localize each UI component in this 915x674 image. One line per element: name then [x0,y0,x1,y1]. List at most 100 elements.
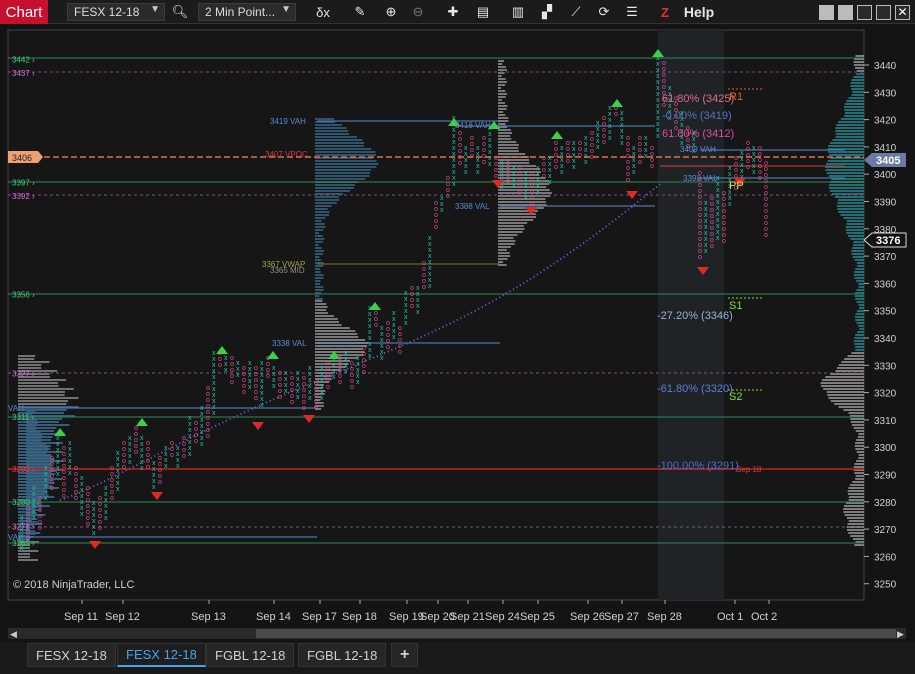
left-level-label: 3265 › [12,539,35,548]
x-axis-label: Sep 21 [450,611,485,623]
minimize-icon[interactable] [857,5,872,20]
pf-mark: x [92,530,96,537]
left-level-label: 3292 › [12,465,35,474]
pf-mark: o [278,394,282,401]
fib-label-3: 61.80% (3412) [662,128,734,140]
pf-mark: x [524,194,528,201]
instrument-selector[interactable]: FESX 12-18 ▼ [67,3,165,21]
val-label-1: 3388 VAL [455,202,490,211]
price-tick-label: 3340 [874,334,897,345]
bar-chart-icon[interactable]: ▥ [508,0,528,24]
left-level-label: 3442 › [12,56,35,65]
vah-label-1: 3419 VAH [270,117,306,126]
pf-mark: o [266,373,270,380]
pf-mark: x [80,511,84,518]
left-level-label: 3356 › [12,290,35,299]
close-icon[interactable]: ✕ [895,5,910,20]
pf-mark: x [176,463,180,470]
toolbar: Chart FESX 12-18 ▼ 🔍︎ 2 Min Point... ▼ δ… [0,0,915,24]
properties-icon[interactable]: ☰ [622,0,642,24]
fib-label-2: -0.00% (3419) [662,110,732,122]
chevron-down-icon: ▼ [150,4,160,15]
scroll-left-icon[interactable]: ◀ [10,629,17,639]
pf-mark: x [416,309,420,316]
pf-mark: x [380,355,384,362]
pf-mark: o [410,303,414,310]
refresh-icon[interactable]: ⟳ [594,0,614,24]
data-box-icon[interactable]: ▤ [473,0,493,24]
pf-mark: x [704,248,708,255]
pf-mark: o [146,464,150,471]
pf-mark: x [476,169,480,176]
tab-fgbl-1[interactable]: FGBL 12-18 [206,643,295,667]
pf-mark: x [104,515,108,522]
pf-mark: x [32,515,36,522]
chart-canvas[interactable]: xxxxxxooooooxxxxxxooooooxxxxxxooooooxxxx… [0,24,915,642]
z-button[interactable]: Z [656,0,674,24]
pencil-icon[interactable]: ✎ [350,0,370,24]
chart-panel[interactable]: xxxxxxooooooxxxxxxooooooxxxxxxooooooxxxx… [0,24,915,642]
price-tick-label: 3250 [874,580,897,591]
pf-mark: o [350,384,354,391]
pf-mark: x [116,486,120,493]
pf-mark: o [158,479,162,486]
scroll-right-icon[interactable]: ▶ [897,629,904,639]
zoom-in-icon[interactable]: ⊕ [381,0,401,24]
search-icon[interactable]: 🔍︎ [170,0,190,24]
pf-mark: o [446,193,450,200]
pf-mark: o [746,164,750,171]
pf-mark: o [518,189,522,196]
pf-mark: o [194,438,198,445]
restore-icon[interactable] [819,5,834,20]
pf-mark: o [50,485,54,492]
pf-mark: x [644,153,648,160]
indicators-icon[interactable]: δx [312,0,334,24]
pf-mark: o [206,433,210,440]
pf-mark: x [428,283,432,290]
pf-mark: o [338,379,342,386]
fib-label-4: -27.20% (3346) [657,310,733,322]
pf-mark: o [590,154,594,161]
tile-icon[interactable] [838,5,853,20]
x-axis-label: Oct 2 [751,611,777,623]
scrollbar-thumb[interactable] [256,629,896,638]
last-price-marker: 3376 [863,232,907,248]
vah-label-2: 3418 VAH [455,121,491,130]
pf-mark: o [470,153,474,160]
pf-mark: x [512,183,516,190]
tab-fesx-1[interactable]: FESX 12-18 [27,643,116,667]
svg-text:3405: 3405 [876,155,900,167]
tab-fgbl-2[interactable]: FGBL 12-18 [298,643,387,667]
price-tick-label: 3400 [874,170,897,181]
pf-mark: o [530,200,534,207]
maximize-icon[interactable] [876,5,891,20]
pf-mark: x [656,133,660,140]
pf-mark: o [110,495,114,502]
zoom-out-icon[interactable]: ⊖ [408,0,428,24]
price-tick-label: 3270 [874,525,897,536]
crosshair-icon[interactable]: ✚ [443,0,463,24]
add-tab-button[interactable]: + [391,643,419,667]
bar-type-selector[interactable]: 2 Min Point... ▼ [198,3,296,21]
pf-mark: o [182,453,186,460]
x-axis-label: Sep 24 [485,611,520,623]
help-button[interactable]: Help [680,0,718,24]
pf-mark: o [218,362,222,369]
pf-mark: o [602,139,606,146]
pf-mark: x [236,372,240,379]
pf-mark: o [482,159,486,166]
strategies-icon[interactable]: ▞ [537,0,557,24]
left-level-label: 3397 › [12,178,35,187]
pf-mark: x [608,135,612,142]
left-level-label: 3327 › [12,369,35,378]
drawing-tools-icon[interactable]: ⟋ [566,0,586,24]
fib-label-1: 61.80% (3425) [662,93,734,105]
svg-text:3376: 3376 [876,235,900,247]
current-price-marker: 3405 [864,153,906,167]
tab-fesx-2[interactable]: FESX 12-18 [117,643,206,667]
x-axis-label: Sep 12 [105,611,140,623]
price-tick-label: 3260 [874,552,897,563]
instrument-tabs: FESX 12-18 FESX 12-18 FGBL 12-18 FGBL 12… [0,642,915,674]
pf-mark: o [758,175,762,182]
val-label-3: 3398 VAL [683,174,718,183]
